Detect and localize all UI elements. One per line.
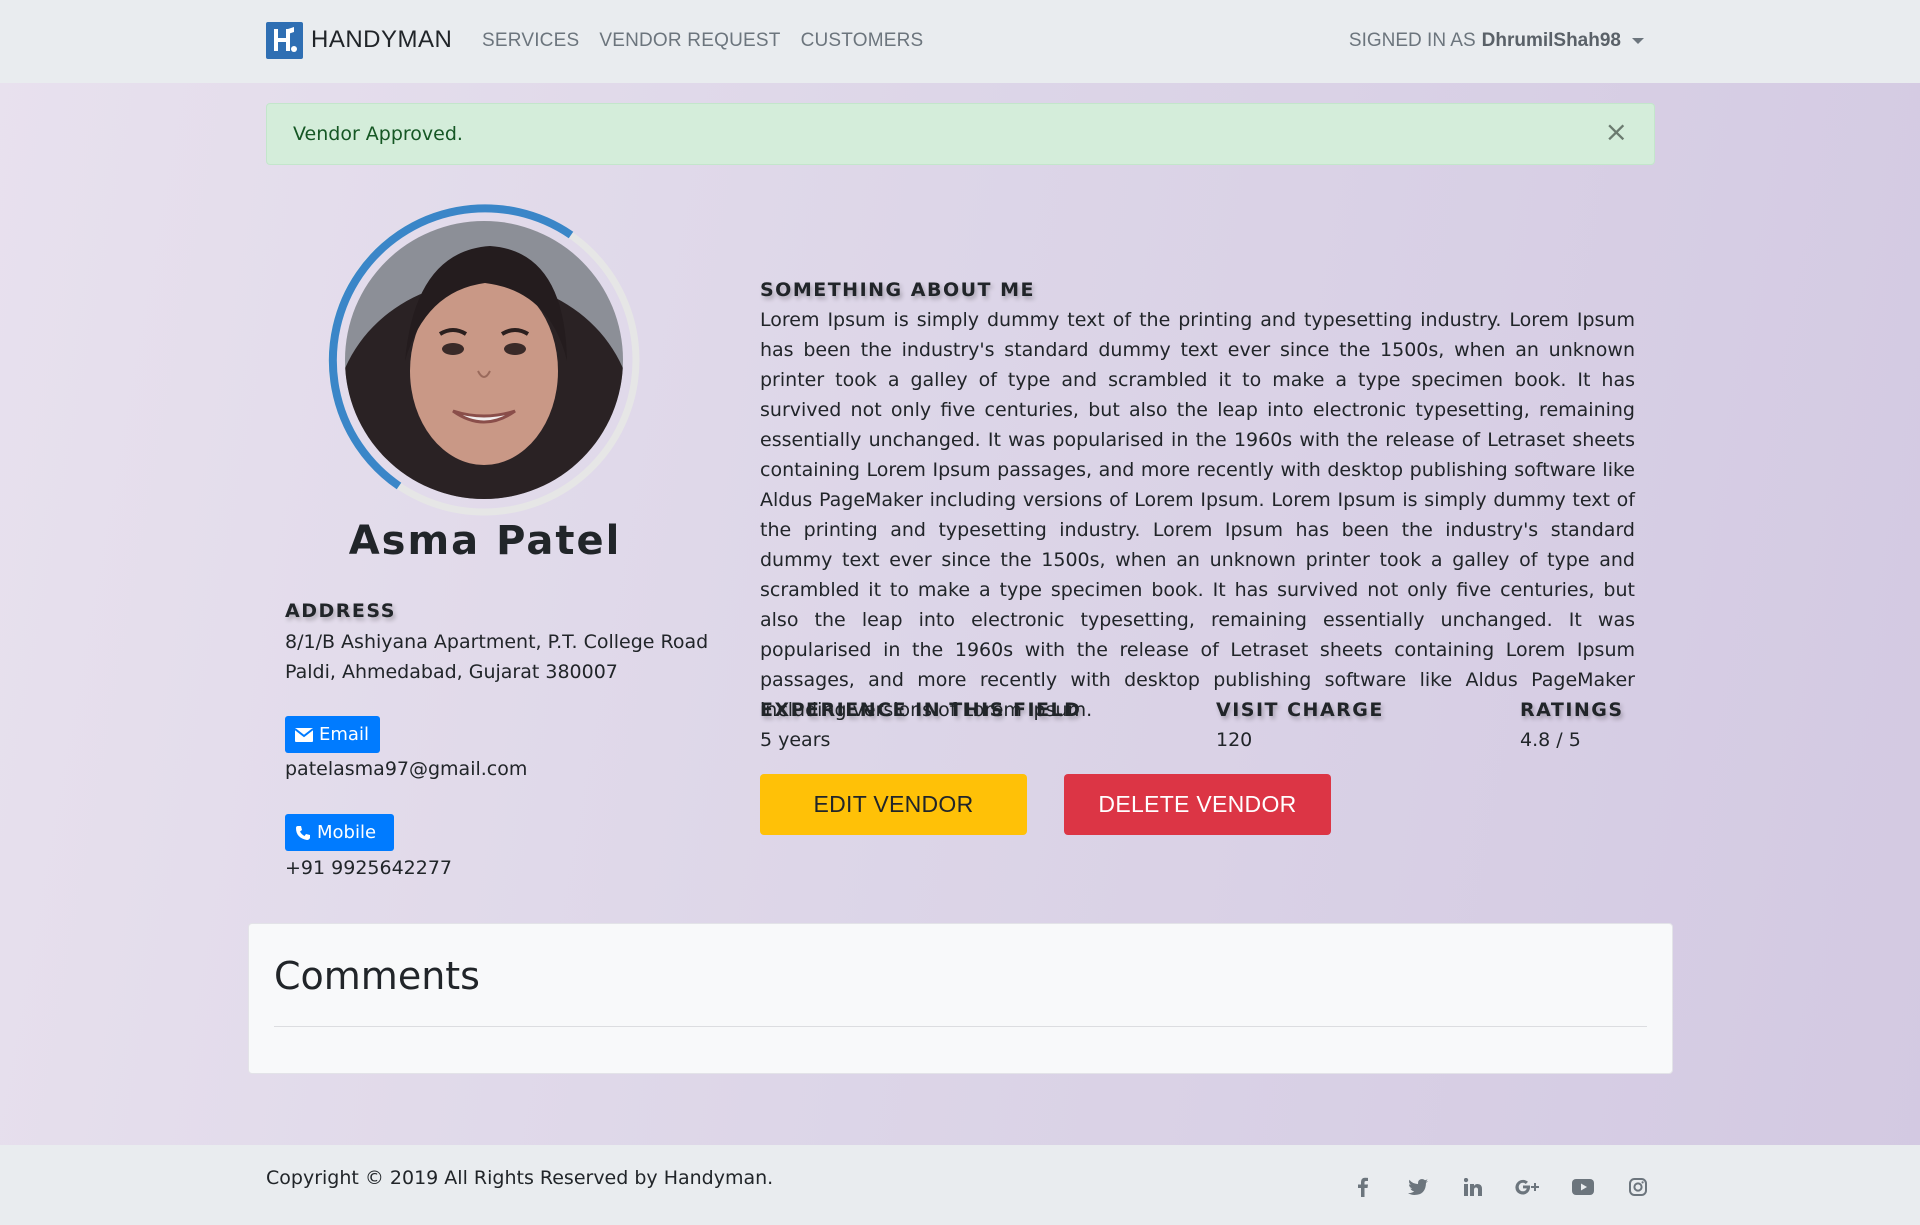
handyman-logo-icon <box>266 21 303 59</box>
top-navbar: HANDYMAN SERVICES VENDOR REQUEST CUSTOME… <box>0 0 1920 83</box>
avatar <box>328 204 640 516</box>
experience-value: 5 years <box>760 729 831 751</box>
close-icon[interactable]: × <box>1605 118 1628 146</box>
email-button[interactable]: Email <box>285 716 380 753</box>
delete-vendor-button[interactable]: DELETE VENDOR <box>1064 774 1331 835</box>
visit-charge-title: VISIT CHARGE <box>1216 699 1384 721</box>
ratings-title: RATINGS <box>1520 699 1624 721</box>
comments-divider <box>274 1026 1647 1027</box>
username: DhrumilShah98 <box>1481 30 1621 51</box>
about-title: SOMETHING ABOUT ME <box>760 279 1035 301</box>
success-alert: Vendor Approved. × <box>266 103 1655 165</box>
vendor-photo <box>345 221 623 499</box>
mobile-button-label: Mobile <box>317 822 377 843</box>
nav-links: SERVICES VENDOR REQUEST CUSTOMERS <box>482 30 943 52</box>
twitter-icon[interactable] <box>1404 1173 1432 1201</box>
mobile-button[interactable]: Mobile <box>285 814 394 851</box>
user-menu-dropdown[interactable]: SIGNED IN AS DhrumilShah98 <box>1349 30 1644 52</box>
address-line-1: 8/1/B Ashiyana Apartment, P.T. College R… <box>285 631 709 653</box>
facebook-icon[interactable] <box>1349 1173 1377 1201</box>
brand-link[interactable]: HANDYMAN <box>266 21 453 59</box>
email-value: patelasma97@gmail.com <box>285 758 528 780</box>
instagram-icon[interactable] <box>1624 1173 1652 1201</box>
email-button-label: Email <box>319 724 369 745</box>
alert-message: Vendor Approved. <box>293 123 463 145</box>
edit-vendor-button[interactable]: EDIT VENDOR <box>760 774 1027 835</box>
linkedin-icon[interactable] <box>1459 1173 1487 1201</box>
envelope-icon <box>295 727 313 742</box>
nav-link-services[interactable]: SERVICES <box>482 30 579 52</box>
about-text: Lorem Ipsum is simply dummy text of the … <box>760 309 1635 721</box>
address-line-2: Paldi, Ahmedabad, Gujarat 380007 <box>285 661 618 683</box>
comments-title: Comments <box>274 954 480 998</box>
google-plus-icon[interactable] <box>1514 1173 1542 1201</box>
visit-charge-value: 120 <box>1216 729 1253 751</box>
caret-down-icon <box>1632 38 1644 44</box>
copyright-text: Copyright © 2019 All Rights Reserved by … <box>266 1167 774 1189</box>
signed-in-prefix: SIGNED IN AS <box>1348 30 1476 51</box>
social-links <box>1322 1173 1652 1201</box>
nav-link-vendor-request[interactable]: VENDOR REQUEST <box>599 30 780 52</box>
address-title: ADDRESS <box>285 600 396 622</box>
brand-name: HANDYMAN <box>311 26 453 53</box>
comments-card: Comments <box>248 923 1673 1074</box>
phone-icon <box>296 825 310 840</box>
footer: Copyright © 2019 All Rights Reserved by … <box>0 1145 1920 1225</box>
youtube-icon[interactable] <box>1569 1173 1597 1201</box>
vendor-name: Asma Patel <box>348 518 622 564</box>
nav-link-customers[interactable]: CUSTOMERS <box>801 30 924 52</box>
mobile-value: +91 9925642277 <box>285 857 453 879</box>
experience-title: EXPERIENCE IN THIS FIELD <box>760 699 1082 721</box>
ratings-value: 4.8 / 5 <box>1520 729 1581 751</box>
